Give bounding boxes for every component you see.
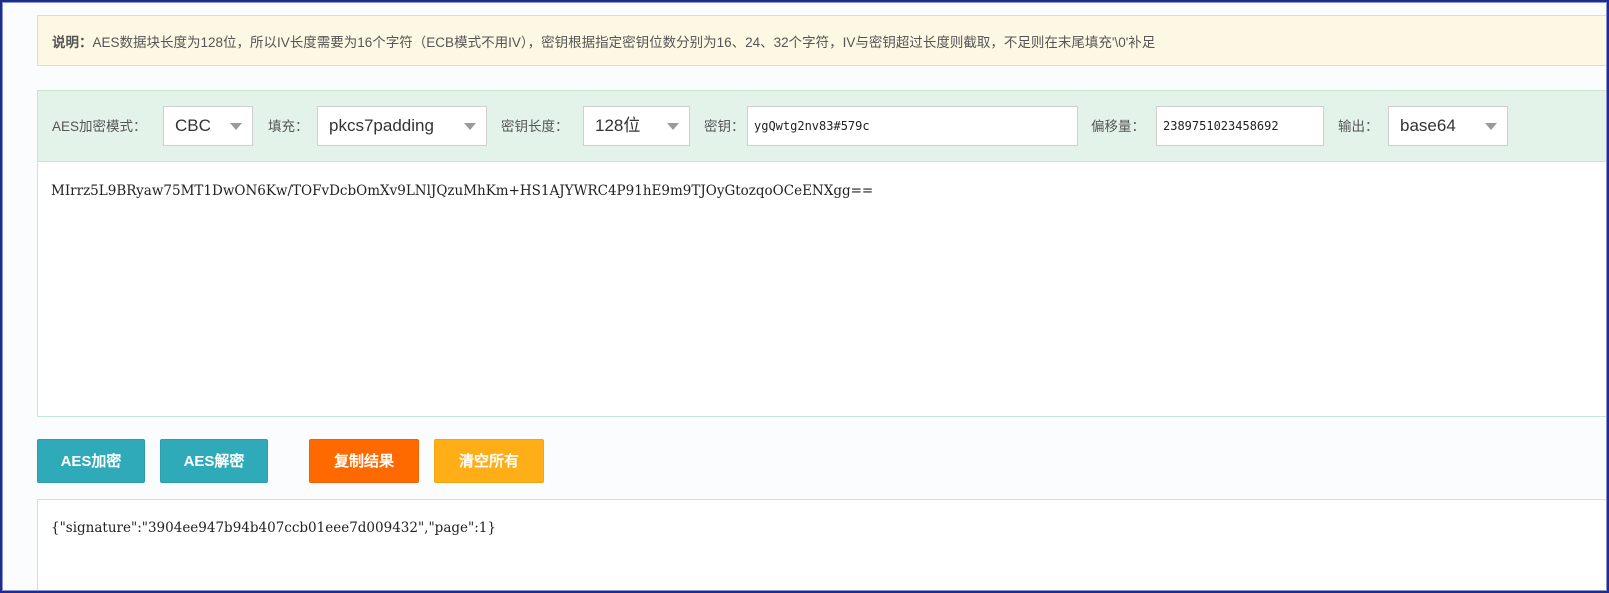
- note-label: 说明：: [52, 34, 93, 50]
- aes-decrypt-button[interactable]: AES解密: [160, 439, 268, 483]
- iv-input[interactable]: 2389751023458692: [1156, 106, 1324, 146]
- keylen-select[interactable]: 128位: [583, 106, 690, 146]
- key-input[interactable]: ygQwtg2nv83#579c: [747, 106, 1078, 146]
- input-textarea[interactable]: MIrrz5L9BRyaw75MT1DwON6Kw/TOFvDcbOmXv9LN…: [37, 162, 1607, 417]
- chevron-down-icon: [230, 123, 242, 130]
- clear-all-button[interactable]: 清空所有: [434, 439, 544, 483]
- padding-select[interactable]: pkcs7padding: [317, 106, 487, 146]
- app-frame: 说明： AES数据块长度为128位，所以IV长度需要为16个字符（ECB模式不用…: [0, 0, 1609, 593]
- output-select[interactable]: base64: [1388, 106, 1508, 146]
- chevron-down-icon: [1485, 123, 1497, 130]
- keylen-label: 密钥长度：: [501, 119, 569, 134]
- mode-label: AES加密模式：: [52, 119, 147, 134]
- copy-result-button[interactable]: 复制结果: [309, 439, 419, 483]
- info-note: 说明： AES数据块长度为128位，所以IV长度需要为16个字符（ECB模式不用…: [37, 15, 1607, 66]
- key-label: 密钥：: [704, 119, 745, 134]
- chevron-down-icon: [667, 123, 679, 130]
- padding-label: 填充：: [268, 119, 309, 134]
- mode-select[interactable]: CBC: [163, 106, 253, 146]
- mode-select-value: CBC: [175, 116, 211, 135]
- output-select-value: base64: [1400, 116, 1456, 135]
- note-text: AES数据块长度为128位，所以IV长度需要为16个字符（ECB模式不用IV），…: [92, 34, 1156, 50]
- aes-encrypt-button[interactable]: AES加密: [37, 439, 145, 483]
- output-label: 输出：: [1338, 119, 1379, 134]
- options-toolbar: AES加密模式： CBC 填充： pkcs7padding 密钥长度： 128位…: [37, 90, 1607, 162]
- iv-label: 偏移量：: [1091, 119, 1145, 134]
- output-textarea[interactable]: {"signature":"3904ee947b94b407ccb01eee7d…: [37, 499, 1607, 591]
- chevron-down-icon: [464, 123, 476, 130]
- keylen-select-value: 128位: [595, 116, 641, 135]
- padding-select-value: pkcs7padding: [329, 116, 434, 135]
